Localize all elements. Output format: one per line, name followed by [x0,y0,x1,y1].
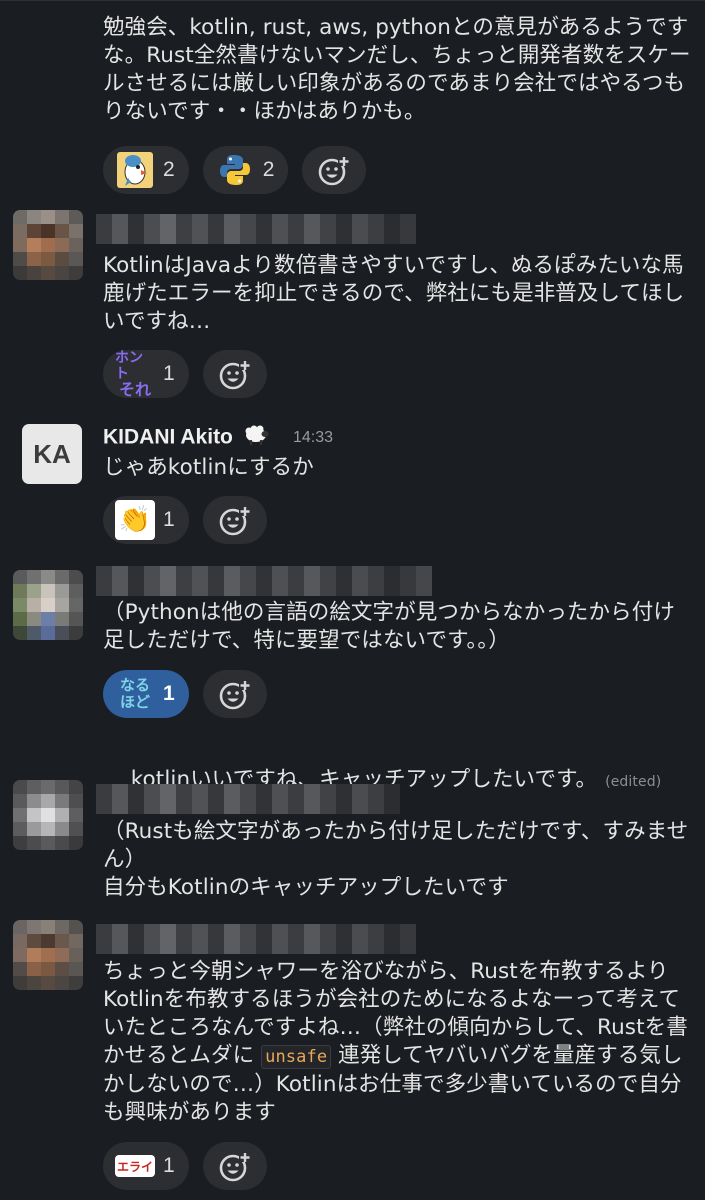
add-reaction-icon [219,1152,251,1182]
reaction-python[interactable]: 2 [202,146,289,194]
reaction-count: 1 [163,682,175,705]
reaction-clap[interactable]: 👏 1 [103,496,189,544]
clap-emoji: 👏 [115,500,155,540]
message-text: （Rustも絵文字があったから付け足しただけです、すみません） 自分もKotli… [103,819,689,900]
top-divider [0,0,705,1]
reaction-bar: 👏 1 [103,496,267,544]
reaction-bar: エライ 1 [103,1142,267,1190]
avatar[interactable]: KA [22,424,82,484]
message-text: 勉強会、kotlin, rust, aws, pythonとの意見があるようです… [103,15,691,124]
add-reaction-button[interactable] [202,496,267,544]
add-reaction-icon [319,156,351,186]
emoji-glyph: 👏 [118,505,152,535]
emoji-label: ホント [115,350,143,382]
sender-name-blurred [96,784,400,814]
reaction-parrot[interactable]: 2 [103,146,189,194]
naruhodo-emoji: なる ほど [115,674,155,714]
sender-name-text: KIDANI Akito [103,425,233,449]
add-reaction-button[interactable] [202,670,267,718]
reaction-bar: なる ほど 1 [103,670,267,718]
emoji-label: それ [118,380,151,399]
emoji-label: ほど [119,693,150,711]
reaction-erai[interactable]: エライ 1 [103,1142,189,1190]
erai-emoji: エライ [115,1155,155,1177]
add-reaction-button[interactable] [202,1142,267,1190]
reaction-count: 1 [163,508,175,531]
sender-name-blurred [96,566,432,596]
emoji-label: なる [119,676,150,694]
avatar[interactable] [13,210,83,280]
avatar[interactable] [13,570,83,640]
reaction-count: 1 [163,362,175,385]
inline-code: unsafe [261,1045,332,1069]
python-emoji [215,150,255,190]
reaction-bar: 2 2 [103,146,367,194]
parrot-emoji [115,150,155,190]
reaction-naruhodo[interactable]: なる ほど 1 [103,670,189,718]
reaction-count: 1 [163,1154,175,1177]
edited-label: (edited) [605,774,662,790]
avatar[interactable] [13,920,83,990]
message-text: じゃあkotlinにするか [103,455,314,480]
message-text: KotlinはJavaより数倍書きやすいですし、ぬるぽみたいな馬鹿げたエラーを抑… [103,253,685,334]
add-reaction-button[interactable] [302,146,367,194]
sheep-emoji [243,424,269,452]
reaction-bar: ホント それ 1 [103,350,267,398]
sender-name[interactable]: KIDANI Akito [103,424,269,452]
reaction-count: 2 [163,158,175,181]
message-text: ちょっと今朝シャワーを浴びながら、Rustを布教するよりKotlinを布教するほ… [103,958,693,1127]
add-reaction-icon [219,360,251,390]
add-reaction-icon [219,506,251,536]
emoji-label: エライ [116,1159,153,1174]
message-timestamp[interactable]: 14:33 [293,429,333,447]
sender-name-blurred [96,924,416,954]
avatar[interactable] [13,780,83,850]
add-reaction-button[interactable] [202,350,267,398]
reaction-count: 2 [262,158,275,181]
reaction-honto-sore[interactable]: ホント それ 1 [103,350,189,398]
message-text: （Pythonは他の言語の絵文字が見つからなかったから付け足しただけで、特に要望… [103,600,675,653]
sender-name-blurred [96,214,416,244]
add-reaction-icon [219,680,251,710]
honto-sore-emoji: ホント それ [115,350,155,398]
